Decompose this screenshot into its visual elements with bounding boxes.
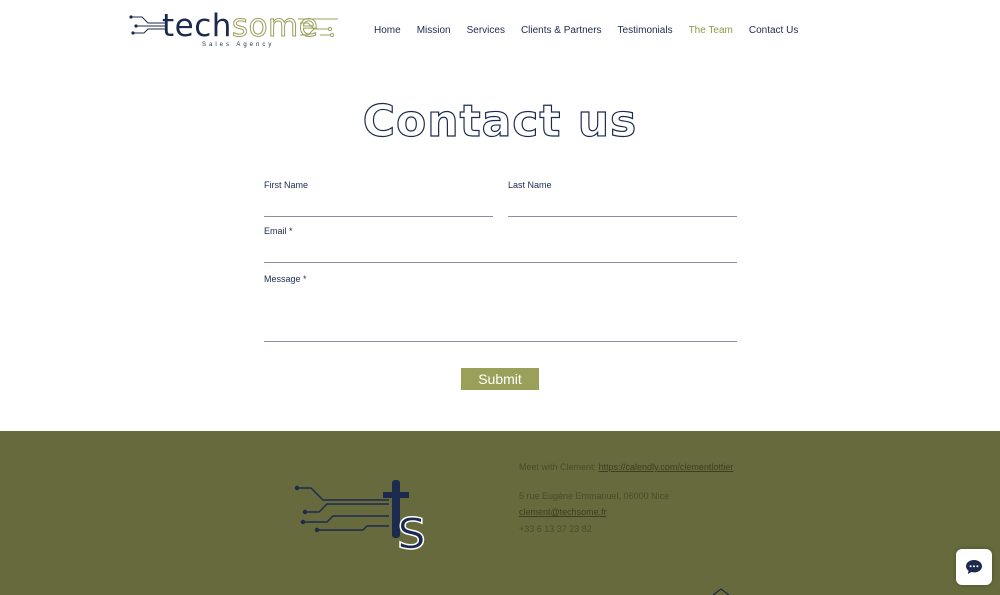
nav-item-the-team[interactable]: The Team — [681, 24, 741, 40]
scroll-up-icon[interactable] — [712, 588, 730, 595]
first-name-label: First Name — [264, 180, 309, 190]
calendly-link[interactable]: https://calendly.com/clementlottier — [599, 462, 734, 472]
site-header: techsome Sales Agency Home Mission Servi… — [0, 0, 1000, 62]
footer-phone: +33 6 13 37 23 82 — [519, 524, 592, 534]
site-logo[interactable]: techsome Sales Agency — [128, 9, 343, 53]
main-nav: Home Mission Services Clients & Partners… — [366, 24, 806, 40]
first-name-field[interactable] — [264, 196, 493, 217]
nav-item-clients-partners[interactable]: Clients & Partners — [513, 24, 610, 40]
footer-meet-line: Meet with Clement: https://calendly.com/… — [519, 462, 733, 472]
circuit-right-icon — [298, 18, 338, 38]
nav-item-mission[interactable]: Mission — [409, 24, 459, 40]
footer-meet-text: Meet with Clement: — [519, 462, 599, 472]
logo-wordmark: techsome — [162, 8, 318, 44]
svg-text:s: s — [397, 497, 426, 553]
logo-word-tech: tech — [162, 8, 232, 44]
chat-bubble-icon — [966, 560, 982, 574]
message-field[interactable] — [264, 289, 737, 342]
ts-circuit-logo-icon: s — [294, 480, 427, 553]
footer-email-link[interactable]: clement@techsome.fr — [519, 507, 607, 517]
nav-item-services[interactable]: Services — [459, 24, 513, 40]
submit-button[interactable]: Submit — [461, 368, 539, 390]
nav-item-contact-us[interactable]: Contact Us — [741, 24, 806, 40]
logo-tagline: Sales Agency — [202, 42, 275, 48]
footer-address: 5 rue Eugène Emmanuel, 06000 Nice — [519, 491, 670, 501]
chat-widget-button[interactable] — [956, 549, 992, 585]
last-name-field[interactable] — [508, 196, 737, 217]
email-field[interactable] — [264, 242, 737, 263]
nav-item-testimonials[interactable]: Testimonials — [610, 24, 681, 40]
nav-item-home[interactable]: Home — [366, 24, 409, 40]
page-title: Contact us — [362, 95, 638, 147]
last-name-label: Last Name — [508, 180, 552, 190]
message-label: Message * — [264, 274, 307, 284]
site-footer: s Meet with Clement: https://calendly.co… — [0, 431, 1000, 595]
email-label: Email * — [264, 226, 293, 236]
footer-email-wrap: clement@techsome.fr — [519, 507, 607, 517]
